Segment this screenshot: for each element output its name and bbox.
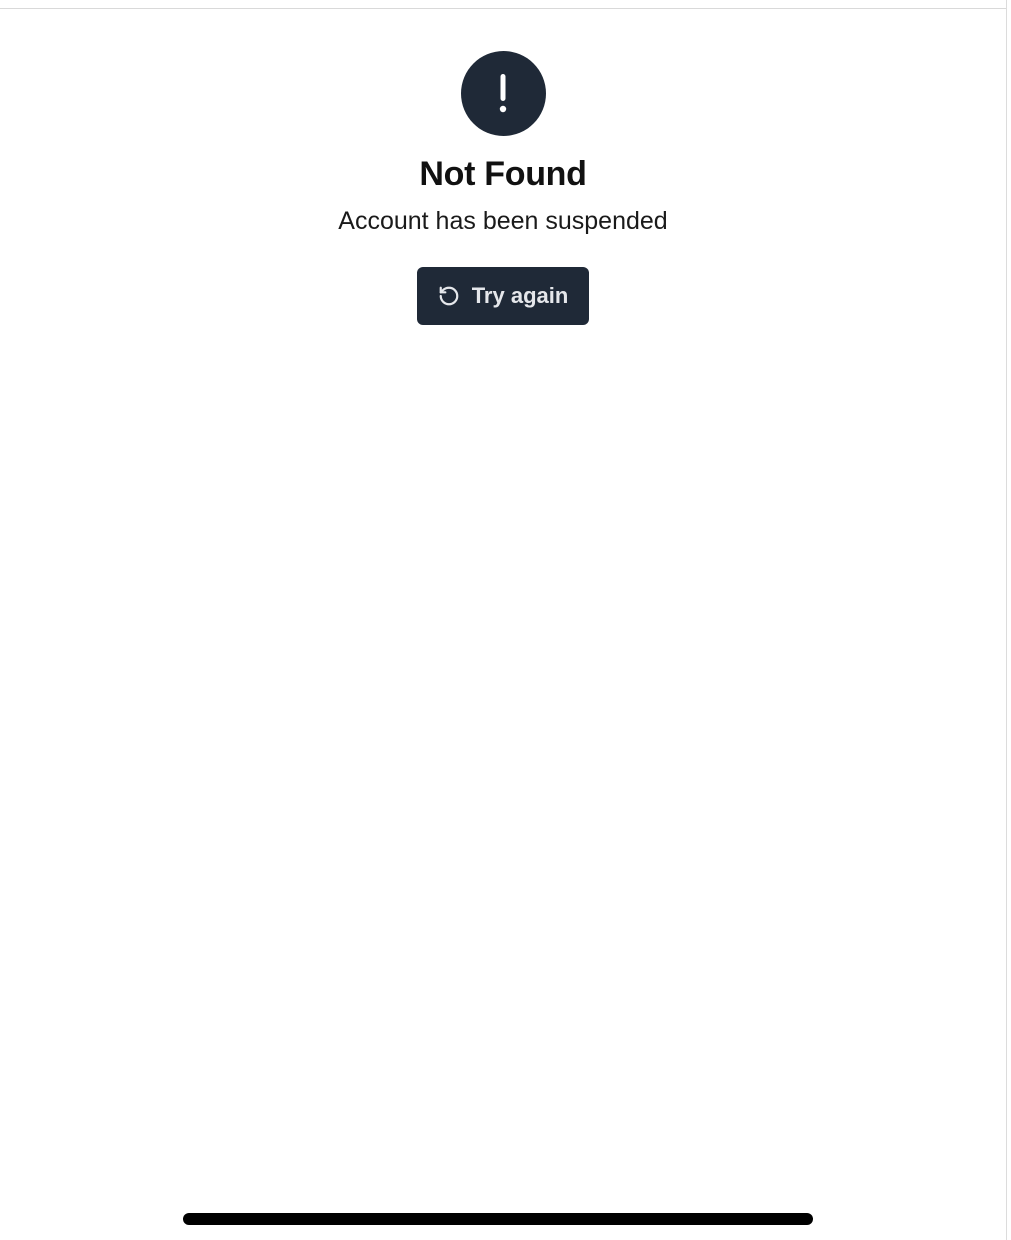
try-again-button[interactable]: Try again [416, 267, 590, 325]
error-message: Account has been suspended [338, 207, 668, 235]
error-title: Not Found [419, 155, 587, 193]
refresh-icon [438, 285, 460, 307]
right-edge-divider [1006, 0, 1007, 1240]
try-again-label: Try again [471, 283, 569, 308]
alert-exclamation-icon [460, 51, 546, 136]
error-panel: Not Found Account has been suspended Try… [0, 0, 1006, 325]
home-indicator-bar[interactable] [183, 1213, 813, 1225]
